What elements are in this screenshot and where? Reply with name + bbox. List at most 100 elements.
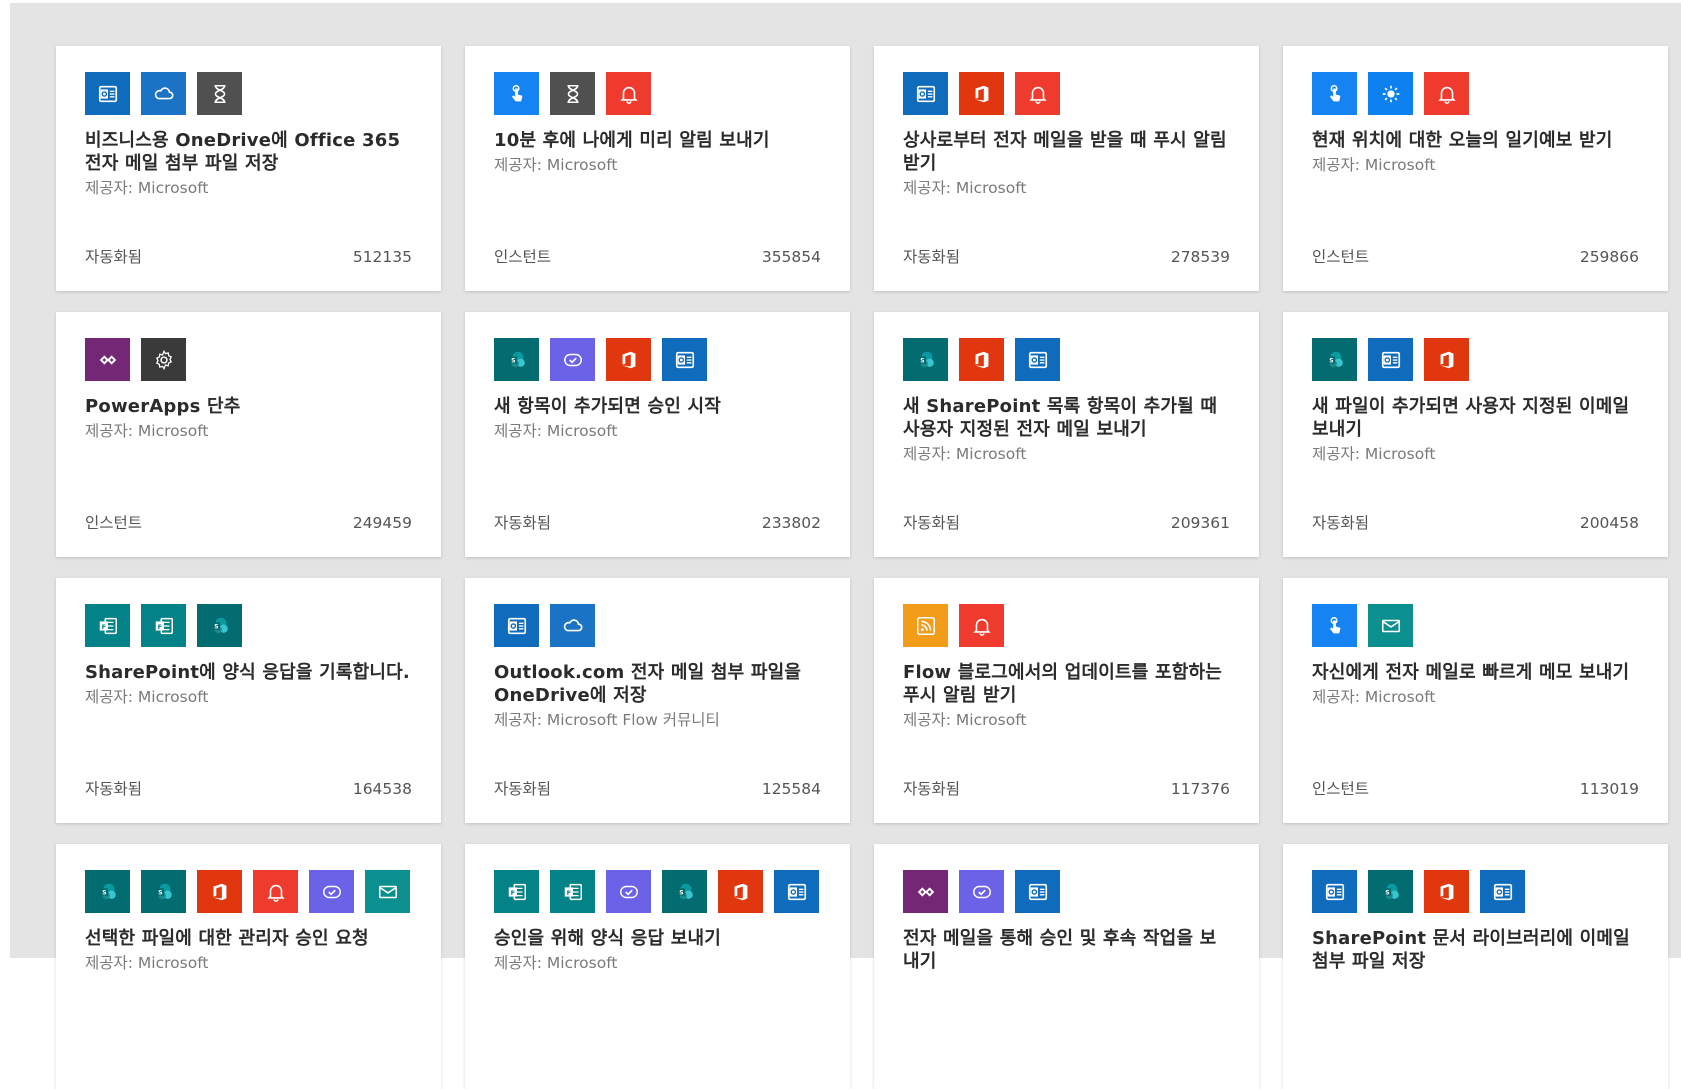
svg-text:F: F bbox=[510, 888, 514, 896]
card-footer: 자동화됨 164538 bbox=[85, 778, 412, 800]
office365-icon bbox=[1424, 338, 1469, 381]
svg-text:S: S bbox=[214, 623, 218, 630]
template-card[interactable]: 현재 위치에 대한 오늘의 일기예보 받기제공자: Microsoft 인스턴트 2… bbox=[1283, 46, 1668, 291]
flow-type: 인스턴트 bbox=[494, 248, 552, 266]
connector-icons bbox=[85, 338, 412, 381]
timer-icon bbox=[550, 72, 595, 115]
usage-count: 125584 bbox=[761, 780, 821, 798]
template-card[interactable]: S 새 파일이 추가되면 사용자 지정된 이메일 보내기제공자: Microsof… bbox=[1283, 312, 1668, 557]
template-provider: 제공자: Microsoft bbox=[1312, 156, 1436, 174]
powerapps-icon bbox=[903, 870, 948, 913]
outlook-icon bbox=[1368, 338, 1413, 381]
card-footer: 자동화됨 200458 bbox=[1312, 512, 1639, 534]
notification-icon bbox=[253, 870, 298, 913]
template-provider: 제공자: Microsoft Flow 커뮤니티 bbox=[494, 711, 720, 729]
card-footer: 인스턴트 249459 bbox=[85, 512, 412, 534]
flow-type: 자동화됨 bbox=[494, 514, 552, 532]
template-title[interactable]: 10분 후에 나에게 미리 알림 보내기 bbox=[494, 129, 821, 152]
approvals-icon bbox=[606, 870, 651, 913]
card-footer: 자동화됨 512135 bbox=[85, 246, 412, 268]
outlook-icon bbox=[774, 870, 819, 913]
content-area: 비즈니스용 OneDrive에 Office 365 전자 메일 첨부 파일 저… bbox=[10, 3, 1681, 1089]
connector-icons bbox=[494, 604, 821, 647]
outlook-icon bbox=[1015, 338, 1060, 381]
sharepoint-icon: S bbox=[494, 338, 539, 381]
card-footer: 인스턴트 355854 bbox=[494, 246, 821, 268]
template-card[interactable]: S 새 SharePoint 목록 항목이 추가될 때 사용자 지정된 전자 메일… bbox=[874, 312, 1259, 557]
template-provider: 제공자: Microsoft bbox=[85, 422, 209, 440]
template-title[interactable]: 현재 위치에 대한 오늘의 일기예보 받기 bbox=[1312, 129, 1639, 152]
usage-count: 164538 bbox=[352, 780, 412, 798]
mail-icon bbox=[1368, 604, 1413, 647]
usage-count: 117376 bbox=[1170, 780, 1230, 798]
forms-icon: F bbox=[550, 870, 595, 913]
flow-type: 인스턴트 bbox=[1312, 248, 1370, 266]
svg-text:S: S bbox=[102, 889, 106, 896]
notification-icon bbox=[959, 604, 1004, 647]
template-card[interactable]: S 새 항목이 추가되면 승인 시작 제공자: Microsoft 자동화됨 23380… bbox=[465, 312, 850, 557]
approvals-icon bbox=[550, 338, 595, 381]
template-title[interactable]: 자신에게 전자 메일로 빠르게 메모 보내기 bbox=[1312, 661, 1639, 684]
rss-icon bbox=[903, 604, 948, 647]
forms-icon: F bbox=[141, 604, 186, 647]
template-title[interactable]: 새 SharePoint 목록 항목이 추가될 때 사용자 지정된 전자 메일 … bbox=[903, 395, 1230, 441]
settings-icon bbox=[141, 338, 186, 381]
template-provider: 제공자: Microsoft bbox=[1312, 445, 1436, 463]
template-title[interactable]: Outlook.com 전자 메일 첨부 파일을 OneDrive에 저장 bbox=[494, 661, 821, 707]
template-provider: 제공자: Microsoft bbox=[85, 688, 209, 706]
usage-count: 355854 bbox=[761, 248, 821, 266]
template-card[interactable]: 전자 메일을 통해 승인 및 후속 작업을 보내기 bbox=[874, 844, 1259, 1089]
template-provider: 제공자: Microsoft bbox=[494, 954, 618, 972]
connector-icons: S bbox=[903, 338, 1230, 381]
connector-icons bbox=[903, 72, 1230, 115]
template-title[interactable]: Flow 블로그에서의 업데이트를 포함하는 푸시 알림 받기 bbox=[903, 661, 1230, 707]
template-card[interactable]: 10분 후에 나에게 미리 알림 보내기 제공자: Microsoft 인스턴트 35… bbox=[465, 46, 850, 291]
template-card[interactable]: PowerApps 단추제공자: Microsoft 인스턴트 249459 bbox=[56, 312, 441, 557]
button-icon bbox=[1312, 604, 1357, 647]
template-title[interactable]: 선택한 파일에 대한 관리자 승인 요청 bbox=[85, 927, 412, 950]
template-card[interactable]: F F S 승인을 위해 양식 응답 보내기 제공자: Microsoft bbox=[465, 844, 850, 1089]
sharepoint-icon: S bbox=[197, 604, 242, 647]
template-title[interactable]: 새 항목이 추가되면 승인 시작 bbox=[494, 395, 821, 418]
powerapps-icon bbox=[85, 338, 130, 381]
office365-icon bbox=[718, 870, 763, 913]
connector-icons bbox=[903, 870, 1230, 913]
template-card[interactable]: 비즈니스용 OneDrive에 Office 365 전자 메일 첨부 파일 저… bbox=[56, 46, 441, 291]
outlook-icon bbox=[1312, 870, 1357, 913]
flow-type: 자동화됨 bbox=[903, 780, 961, 798]
template-card[interactable]: Flow 블로그에서의 업데이트를 포함하는 푸시 알림 받기 제공자: Micr… bbox=[874, 578, 1259, 823]
outlook-icon bbox=[85, 72, 130, 115]
card-footer: 자동화됨 117376 bbox=[903, 778, 1230, 800]
template-title[interactable]: 새 파일이 추가되면 사용자 지정된 이메일 보내기 bbox=[1312, 395, 1639, 441]
template-card[interactable]: S S 선택한 파일에 대한 관리자 승인 요청 제공자: Microsoft bbox=[56, 844, 441, 1089]
template-card[interactable]: 자신에게 전자 메일로 빠르게 메모 보내기 제공자: Microsoft 인스턴트… bbox=[1283, 578, 1668, 823]
template-title[interactable]: PowerApps 단추 bbox=[85, 395, 412, 418]
usage-count: 278539 bbox=[1170, 248, 1230, 266]
template-provider: 제공자: Microsoft bbox=[903, 445, 1027, 463]
template-title[interactable]: 비즈니스용 OneDrive에 Office 365 전자 메일 첨부 파일 저… bbox=[85, 129, 412, 175]
template-title[interactable]: SharePoint 문서 라이브러리에 이메일 첨부 파일 저장 bbox=[1312, 927, 1639, 973]
template-card[interactable]: S SharePoint 문서 라이브러리에 이메일 첨부 파일 저장 bbox=[1283, 844, 1668, 1089]
template-title[interactable]: SharePoint에 양식 응답을 기록합니다. bbox=[85, 661, 412, 684]
connector-icons bbox=[903, 604, 1230, 647]
office365-icon bbox=[959, 338, 1004, 381]
outlook-icon bbox=[903, 72, 948, 115]
approvals-icon bbox=[309, 870, 354, 913]
outlook-icon bbox=[662, 338, 707, 381]
flow-type: 자동화됨 bbox=[85, 248, 143, 266]
template-title[interactable]: 상사로부터 전자 메일을 받을 때 푸시 알림 받기 bbox=[903, 129, 1230, 175]
outlook-icon bbox=[1015, 870, 1060, 913]
approvals-icon bbox=[959, 870, 1004, 913]
template-card[interactable]: F F S SharePoint에 양식 응답을 기록합니다. 제공자: Microso… bbox=[56, 578, 441, 823]
connector-icons bbox=[85, 72, 412, 115]
template-card[interactable]: Outlook.com 전자 메일 첨부 파일을 OneDrive에 저장제공자… bbox=[465, 578, 850, 823]
mail-icon bbox=[365, 870, 410, 913]
template-title[interactable]: 승인을 위해 양식 응답 보내기 bbox=[494, 927, 821, 950]
template-title[interactable]: 전자 메일을 통해 승인 및 후속 작업을 보내기 bbox=[903, 927, 1230, 973]
forms-icon: F bbox=[85, 604, 130, 647]
connector-icons: S bbox=[1312, 338, 1639, 381]
template-provider: 제공자: Microsoft bbox=[1312, 688, 1436, 706]
template-card[interactable]: 상사로부터 전자 메일을 받을 때 푸시 알림 받기 제공자: Microsoft… bbox=[874, 46, 1259, 291]
connector-icons bbox=[494, 72, 821, 115]
card-footer: 인스턴트 259866 bbox=[1312, 246, 1639, 268]
